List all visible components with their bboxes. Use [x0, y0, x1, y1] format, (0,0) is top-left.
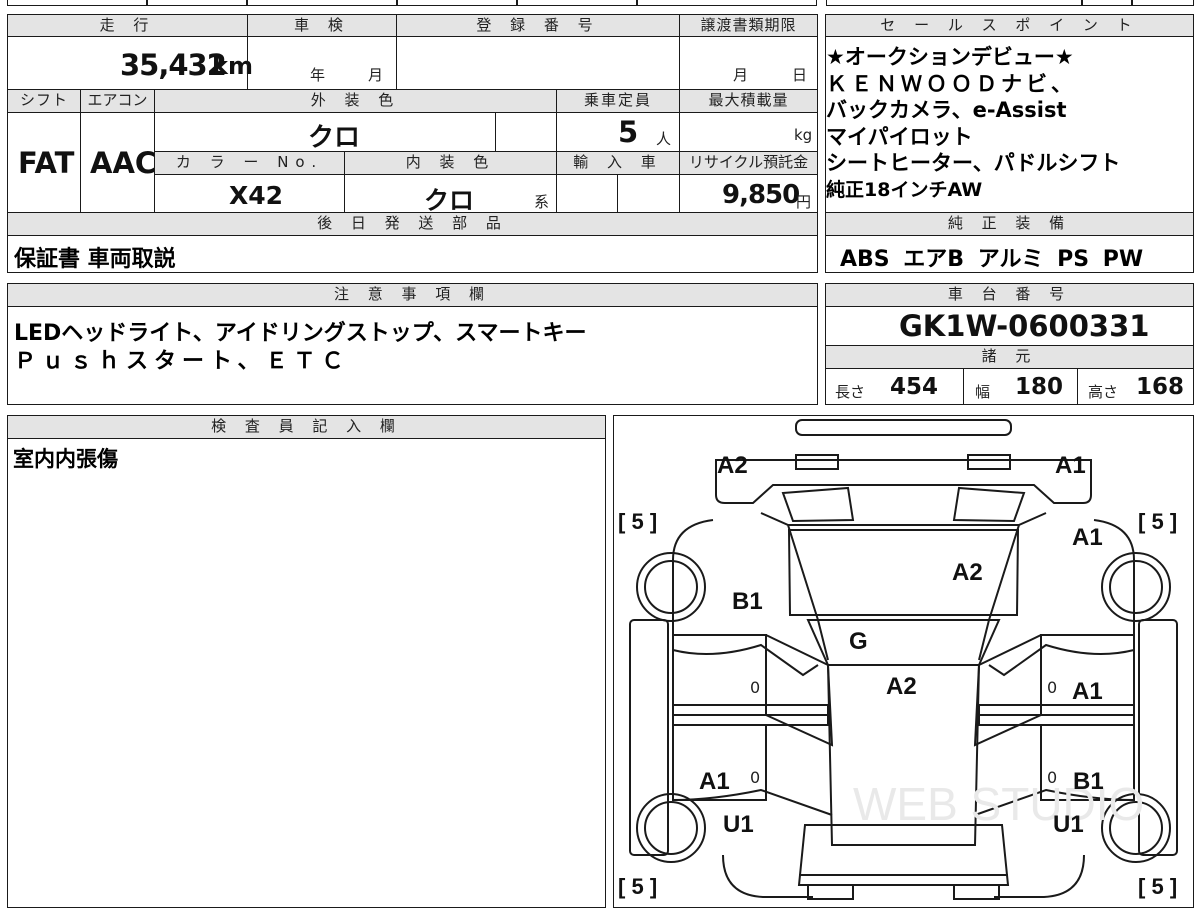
recycle-header: リサイクル預託金: [679, 151, 818, 175]
label-front-left-bumper: A2: [717, 452, 748, 479]
top-strip-cell-7: [826, 0, 1082, 6]
sales-point-line: バックカメラ、e-Assist: [826, 98, 1067, 122]
inspection-year-label: 年: [310, 66, 326, 84]
sales-point-line: ★オークションデビュー★: [826, 45, 1074, 69]
capacity-header: 乗車定員: [556, 89, 680, 113]
specs-length-value: 454: [890, 374, 939, 400]
mileage-value: 35,432: [120, 48, 227, 82]
capacity-value: 5: [618, 115, 639, 149]
label-windshield: G: [849, 628, 868, 655]
specs-width-value: 180: [1015, 374, 1064, 400]
top-strip-cell-6: [637, 0, 817, 6]
zero-right-front-door: 0: [1047, 678, 1058, 697]
aircon-value: AAC: [90, 146, 157, 180]
import-header: 輸 入 車: [556, 151, 680, 175]
later-parts-value: 保証書 車両取説: [14, 247, 176, 272]
label-right-front-fender: A1: [1072, 524, 1103, 551]
shift-header: シフト: [7, 89, 81, 113]
shift-value: FAT: [18, 146, 75, 180]
notes-header: 注 意 事 項 欄: [7, 283, 818, 307]
tire-front-left-value: 5: [631, 509, 644, 534]
mileage-header: 走 行: [7, 14, 248, 37]
max-load-header: 最大積載量: [679, 89, 818, 113]
notes-line-2: Ｐｕｓｈスタート、ＥＴＣ: [14, 349, 350, 374]
specs-length-label: 長さ: [835, 383, 866, 401]
max-load-unit: kg: [794, 126, 813, 144]
sales-point-line: シートヒーター、パドルシフト: [826, 151, 1121, 175]
registration-cell: [396, 36, 680, 90]
inspection-header: 車 検: [247, 14, 397, 37]
transfer-day-label: 日: [792, 66, 808, 84]
label-hood: A2: [952, 559, 983, 586]
transfer-header: 譲渡書類期限: [679, 14, 818, 37]
equipment-value: ABS エアB アルミ PS PW: [840, 247, 1144, 272]
inspector-header: 検 査 員 記 入 欄: [7, 415, 606, 439]
sales-points-text: ★オークションデビュー★ ＫＥＮＷＯＯＤナビ、 バックカメラ、e-Assist …: [826, 44, 1120, 203]
exterior-value: クロ: [308, 123, 361, 153]
sales-points-header: セ ー ル ス ポ イ ン ト: [825, 14, 1194, 37]
label-right-rear-door: B1: [1073, 768, 1104, 795]
color-no-header: カ ラ ー No.: [154, 151, 345, 175]
later-parts-header: 後 日 発 送 部 品: [7, 212, 818, 236]
specs-header: 諸 元: [825, 345, 1194, 369]
sales-point-line: ＫＥＮＷＯＯＤナビ、: [826, 71, 1076, 96]
chassis-header: 車 台 番 号: [825, 283, 1194, 307]
registration-header: 登 録 番 号: [396, 14, 680, 37]
top-strip-cell-1: [7, 0, 147, 6]
tire-rear-right-value: 5: [1151, 874, 1164, 899]
chassis-value: GK1W-0600331: [899, 309, 1150, 343]
sales-point-line: マイパイロット: [826, 124, 973, 149]
label-right-rear-wheel: U1: [1053, 811, 1084, 838]
aircon-header: エアコン: [80, 89, 155, 113]
color-no-value: X42: [229, 181, 284, 210]
zero-left-front-door: 0: [750, 678, 761, 697]
top-strip-cell-8: [1082, 0, 1132, 6]
capacity-unit: 人: [656, 130, 672, 148]
tire-front-right-value: 5: [1151, 509, 1164, 534]
tire-front-right: [ 5 ]: [1138, 509, 1178, 534]
zero-right-rear-door: 0: [1047, 768, 1058, 787]
top-strip-cell-4: [397, 0, 517, 6]
exterior-extra-cell: [495, 112, 557, 152]
equipment-header: 純 正 装 備: [825, 212, 1194, 236]
label-left-front-fender: B1: [732, 588, 763, 615]
specs-width-label: 幅: [975, 383, 991, 401]
car-diagram: WEB STUDIO: [629, 419, 1178, 900]
label-right-front-door: A1: [1072, 678, 1103, 705]
exterior-header: 外 装 色: [154, 89, 557, 113]
recycle-value: 9,850: [722, 180, 800, 210]
import-cell-a: [556, 174, 618, 213]
tire-rear-left-value: 5: [631, 874, 644, 899]
label-left-rear-wheel: U1: [723, 811, 754, 838]
top-strip-cell-2: [147, 0, 247, 6]
tire-front-left: [ 5 ]: [618, 509, 658, 534]
tire-rear-right: [ 5 ]: [1138, 874, 1178, 899]
label-roof: A2: [886, 673, 917, 700]
top-strip-cell-9: [1132, 0, 1194, 6]
label-front-right-bumper: A1: [1055, 452, 1086, 479]
inspector-box: [7, 438, 606, 908]
sales-point-line: 純正18インチAW: [826, 178, 983, 201]
import-cell-b: [617, 174, 680, 213]
top-strip-cell-5: [517, 0, 637, 6]
transfer-month-label: 月: [733, 66, 749, 84]
interior-header: 内 装 色: [344, 151, 557, 175]
zero-left-rear-door: 0: [750, 768, 761, 787]
label-left-rear-door: A1: [699, 768, 730, 795]
recycle-unit: 円: [796, 193, 812, 211]
top-strip-cell-3: [247, 0, 397, 6]
specs-height-label: 高さ: [1088, 383, 1119, 401]
inspector-value: 室内内張傷: [13, 447, 118, 471]
inspection-month-label: 月: [368, 66, 384, 84]
specs-height-value: 168: [1136, 374, 1185, 400]
interior-suffix: 系: [534, 193, 550, 211]
tire-rear-left: [ 5 ]: [618, 874, 658, 899]
